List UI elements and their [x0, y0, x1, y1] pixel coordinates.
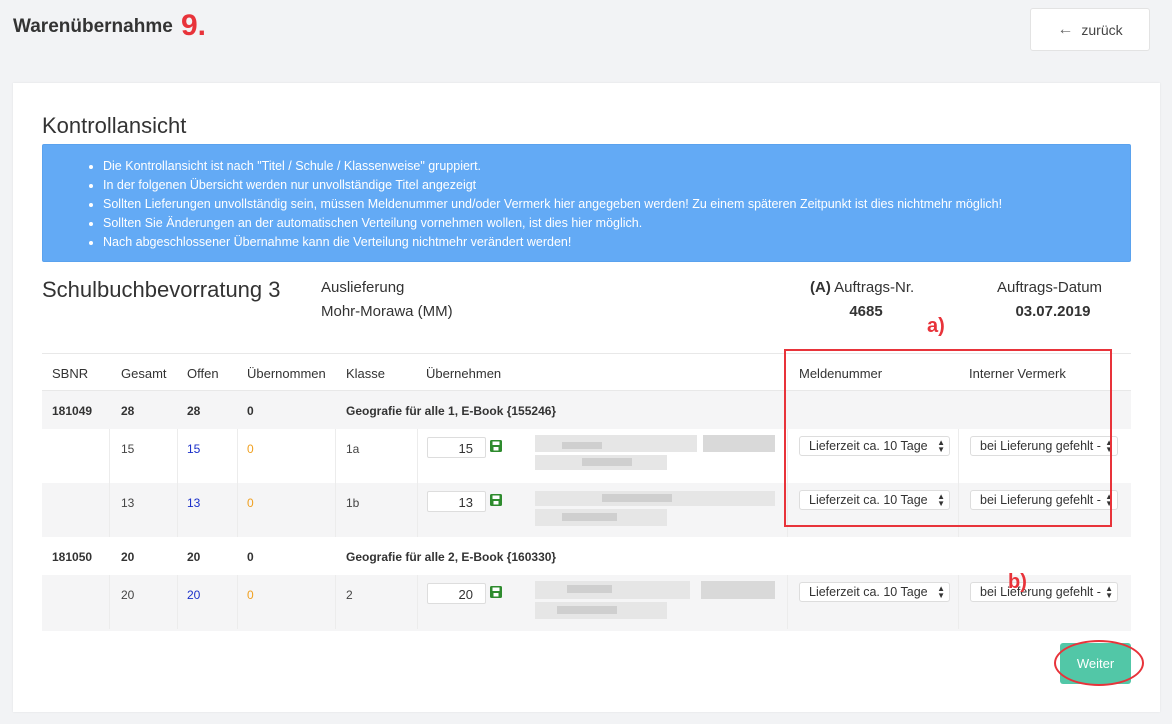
redacted-text [535, 581, 690, 599]
annotation-box-a [784, 349, 1112, 527]
annotation-label-b: b) [1008, 571, 1027, 593]
header-uebernommen: Übernommen [247, 366, 326, 381]
row-gesamt: 13 [121, 496, 135, 510]
row-uebernommen: 0 [247, 588, 254, 602]
group-offen: 20 [187, 550, 201, 564]
row-offen: 15 [187, 442, 201, 456]
redacted-text [535, 435, 697, 452]
group-title: Geografie für alle 1, E-Book {155246} [346, 404, 557, 418]
order-number-prefix: (A) [810, 279, 831, 296]
delivery-label: Auslieferung [321, 279, 405, 296]
step-annotation: 9. [181, 9, 207, 42]
info-item: Die Kontrollansicht ist nach "Titel / Sc… [103, 157, 1002, 176]
group-uebernommen: 0 [247, 404, 254, 418]
order-number-label: (A) Auftrags-Nr. [810, 279, 914, 296]
row-uebernommen: 0 [247, 496, 254, 510]
vermerk-value: bei Lieferung gefehlt - [980, 585, 1101, 599]
row-klasse: 1a [346, 442, 360, 456]
group-title: Geografie für alle 2, E-Book {160330} [346, 550, 557, 564]
save-icon[interactable] [490, 494, 502, 506]
group-sbnr: 181050 [52, 550, 93, 564]
quantity-input[interactable]: 13 [427, 491, 486, 512]
quantity-input[interactable]: 20 [427, 583, 486, 604]
table-row: 20 20 0 2 20 Lieferzeit ca. 10 Tage ▲ ▼ b… [42, 575, 1131, 629]
info-box: Die Kontrollansicht ist nach "Titel / Sc… [42, 144, 1131, 262]
group-gesamt: 20 [121, 550, 135, 564]
header-uebernehmen: Übernehmen [426, 366, 502, 381]
annotation-ellipse-b [1054, 640, 1144, 686]
select-arrows-icon: ▲ ▼ [937, 584, 945, 600]
info-item: In der folgenen Übersicht werden nur unv… [103, 176, 1002, 195]
save-icon[interactable] [490, 440, 502, 452]
row-offen: 13 [187, 496, 201, 510]
header-klasse: Klasse [346, 366, 386, 381]
group-offen: 28 [187, 404, 201, 418]
meldenummer-value: Lieferzeit ca. 10 Tage [809, 585, 928, 599]
redacted-text [701, 581, 775, 599]
info-item: Sollten Sie Änderungen an der automatisc… [103, 214, 1002, 233]
order-date-label: Auftrags-Datum [997, 279, 1103, 296]
row-klasse: 2 [346, 588, 353, 602]
redacted-text [703, 435, 775, 452]
header-sbnr: SBNR [52, 366, 89, 381]
header-gesamt: Gesamt [121, 366, 167, 381]
vermerk-select[interactable]: bei Lieferung gefehlt - ▲ ▼ [970, 582, 1118, 602]
back-button[interactable]: ← zurück [1030, 8, 1150, 51]
annotation-label-a: a) [927, 315, 945, 337]
arrow-left-icon: ← [1057, 20, 1074, 38]
row-klasse: 1b [346, 496, 360, 510]
section-title: Kontrollansicht [42, 113, 187, 138]
group-row: 181050 20 20 0 Geografie für alle 2, E-B… [42, 537, 1131, 575]
group-uebernommen: 0 [247, 550, 254, 564]
row-uebernommen: 0 [247, 442, 254, 456]
info-item: Nach abgeschlossener Übernahme kann die … [103, 233, 1002, 252]
delivery-value: Mohr-Morawa (MM) [321, 303, 453, 320]
group-sbnr: 181049 [52, 404, 93, 418]
info-item: Sollten Lieferungen unvollständig sein, … [103, 195, 1002, 214]
group-gesamt: 28 [121, 404, 135, 418]
order-number-label-text: Auftrags-Nr. [834, 279, 915, 296]
info-list: Die Kontrollansicht ist nach "Titel / Sc… [103, 157, 1002, 252]
quantity-input[interactable]: 15 [427, 437, 486, 458]
row-gesamt: 15 [121, 442, 135, 456]
meldenummer-select[interactable]: Lieferzeit ca. 10 Tage ▲ ▼ [799, 582, 950, 602]
row-gesamt: 20 [121, 588, 135, 602]
save-icon[interactable] [490, 586, 502, 598]
back-button-label: zurück [1081, 21, 1123, 38]
order-number: 4685 [849, 303, 883, 320]
row-offen: 20 [187, 588, 201, 602]
header-offen: Offen [187, 366, 219, 381]
page-title: Warenübernahme [13, 16, 173, 37]
order-name: Schulbuchbevorratung 3 [42, 277, 281, 302]
order-date: 03.07.2019 [1015, 303, 1091, 320]
select-arrows-icon: ▲ ▼ [1105, 584, 1113, 600]
